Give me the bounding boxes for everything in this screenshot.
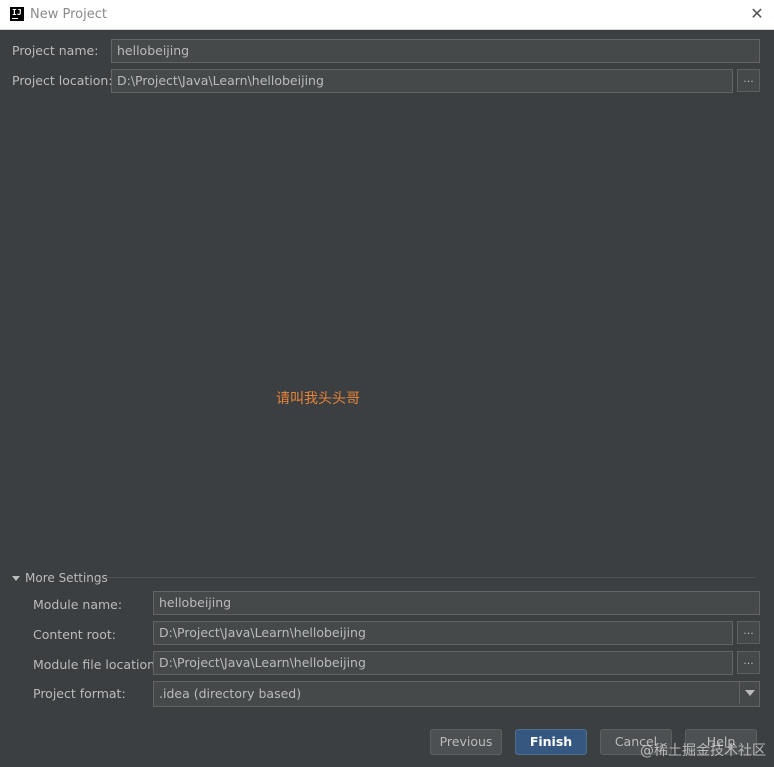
module-name-input[interactable]: hellobeijing bbox=[153, 591, 760, 615]
close-button[interactable]: ✕ bbox=[748, 5, 766, 23]
project-name-input[interactable]: hellobeijing bbox=[111, 39, 760, 63]
window-title: New Project bbox=[30, 7, 107, 22]
project-format-select[interactable]: .idea (directory based) bbox=[153, 681, 760, 707]
title-bar: IJ New Project ✕ bbox=[0, 0, 774, 30]
module-file-location-browse-button[interactable]: ... bbox=[737, 651, 760, 674]
project-name-label: Project name: bbox=[12, 43, 99, 58]
module-name-label: Module name: bbox=[33, 597, 123, 612]
more-settings-divider bbox=[104, 577, 756, 578]
collapse-triangle-icon bbox=[12, 576, 20, 581]
dropdown-arrow-icon[interactable] bbox=[739, 682, 759, 704]
project-location-label: Project location: bbox=[12, 73, 113, 88]
content-root-input[interactable]: D:\Project\Java\Learn\hellobeijing bbox=[153, 621, 733, 645]
content-root-browse-button[interactable]: ... bbox=[737, 621, 760, 644]
module-file-location-input[interactable]: D:\Project\Java\Learn\hellobeijing bbox=[153, 651, 733, 675]
previous-button[interactable]: Previous bbox=[430, 729, 502, 755]
finish-button[interactable]: Finish bbox=[515, 729, 587, 755]
overlay-text: 请叫我头头哥 bbox=[276, 391, 360, 407]
project-location-browse-button[interactable]: ... bbox=[737, 69, 760, 92]
project-format-value: .idea (directory based) bbox=[159, 686, 302, 701]
module-file-location-label: Module file location: bbox=[33, 657, 160, 672]
intellij-app-icon: IJ bbox=[10, 7, 24, 21]
more-settings-label: More Settings bbox=[25, 571, 108, 585]
project-format-label: Project format: bbox=[33, 686, 126, 701]
credit-watermark: @稀土掘金技术社区 bbox=[640, 743, 766, 759]
project-location-input[interactable]: D:\Project\Java\Learn\hellobeijing bbox=[111, 69, 733, 93]
more-settings-toggle[interactable]: More Settings bbox=[12, 571, 108, 585]
content-root-label: Content root: bbox=[33, 627, 116, 642]
